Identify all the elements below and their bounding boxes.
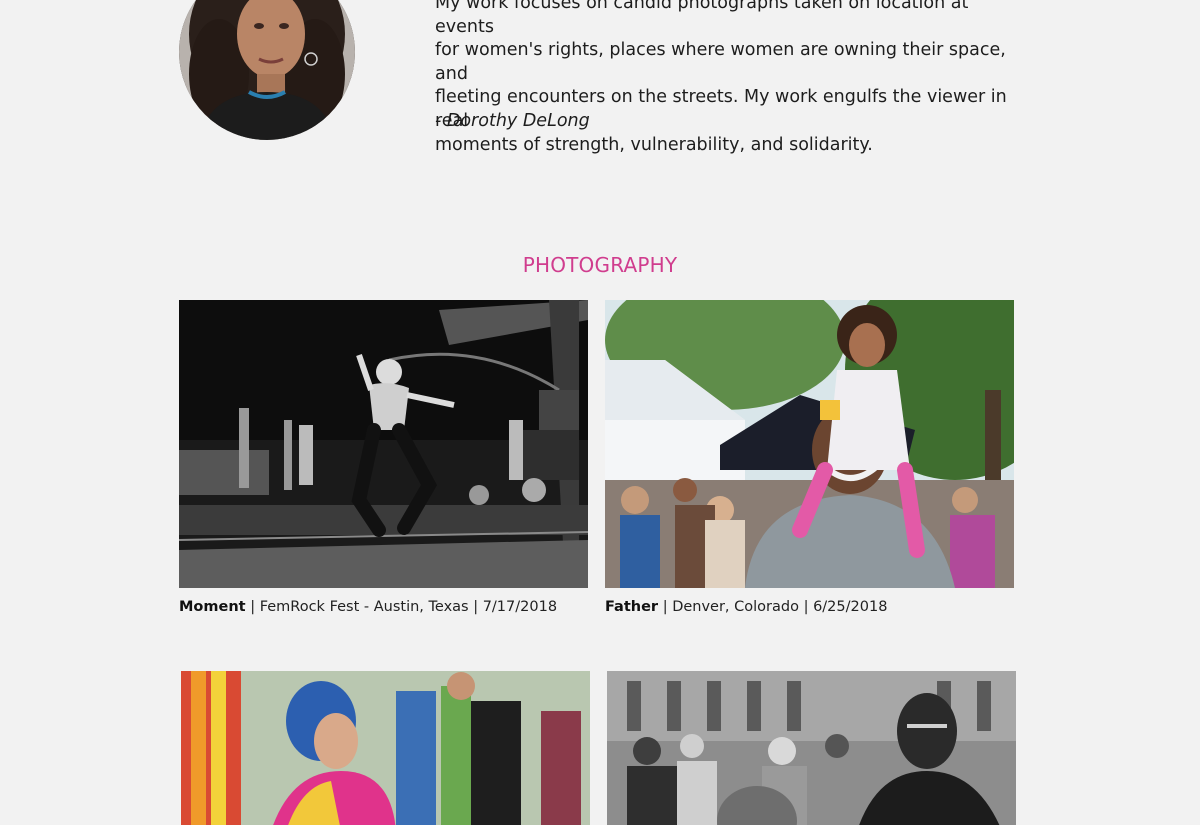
moment-photo-image bbox=[179, 300, 588, 588]
artist-signature: - Dorothy DeLong bbox=[435, 111, 590, 131]
pride-photo-image bbox=[181, 671, 590, 825]
statement-line: for women's rights, places where women a… bbox=[435, 40, 1006, 84]
photo-moment[interactable] bbox=[179, 300, 588, 588]
portfolio-page: My work focuses on candid photographs ta… bbox=[0, 0, 1200, 825]
photo-details: | FemRock Fest - Austin, Texas | 7/17/20… bbox=[245, 599, 558, 615]
street-photo-image bbox=[607, 671, 1016, 825]
statement-line: moments of strength, vulnerability, and … bbox=[435, 134, 873, 155]
photo-title: Moment bbox=[179, 599, 246, 615]
photo-street[interactable] bbox=[607, 671, 1016, 825]
section-heading: PHOTOGRAPHY bbox=[522, 253, 678, 277]
photo-pride[interactable] bbox=[181, 671, 590, 825]
photo-caption-father: Father | Denver, Colorado | 6/25/2018 bbox=[605, 599, 887, 615]
artist-avatar bbox=[179, 0, 355, 140]
photo-details: | Denver, Colorado | 6/25/2018 bbox=[658, 599, 888, 615]
father-photo-image bbox=[605, 300, 1014, 588]
photo-title: Father bbox=[605, 599, 659, 615]
statement-line: My work focuses on candid photographs ta… bbox=[435, 0, 969, 37]
photo-father[interactable] bbox=[605, 300, 1014, 588]
artist-statement: My work focuses on candid photographs ta… bbox=[435, 0, 1025, 157]
avatar-image bbox=[179, 0, 355, 140]
photo-caption-moment: Moment | FemRock Fest - Austin, Texas | … bbox=[179, 599, 557, 615]
